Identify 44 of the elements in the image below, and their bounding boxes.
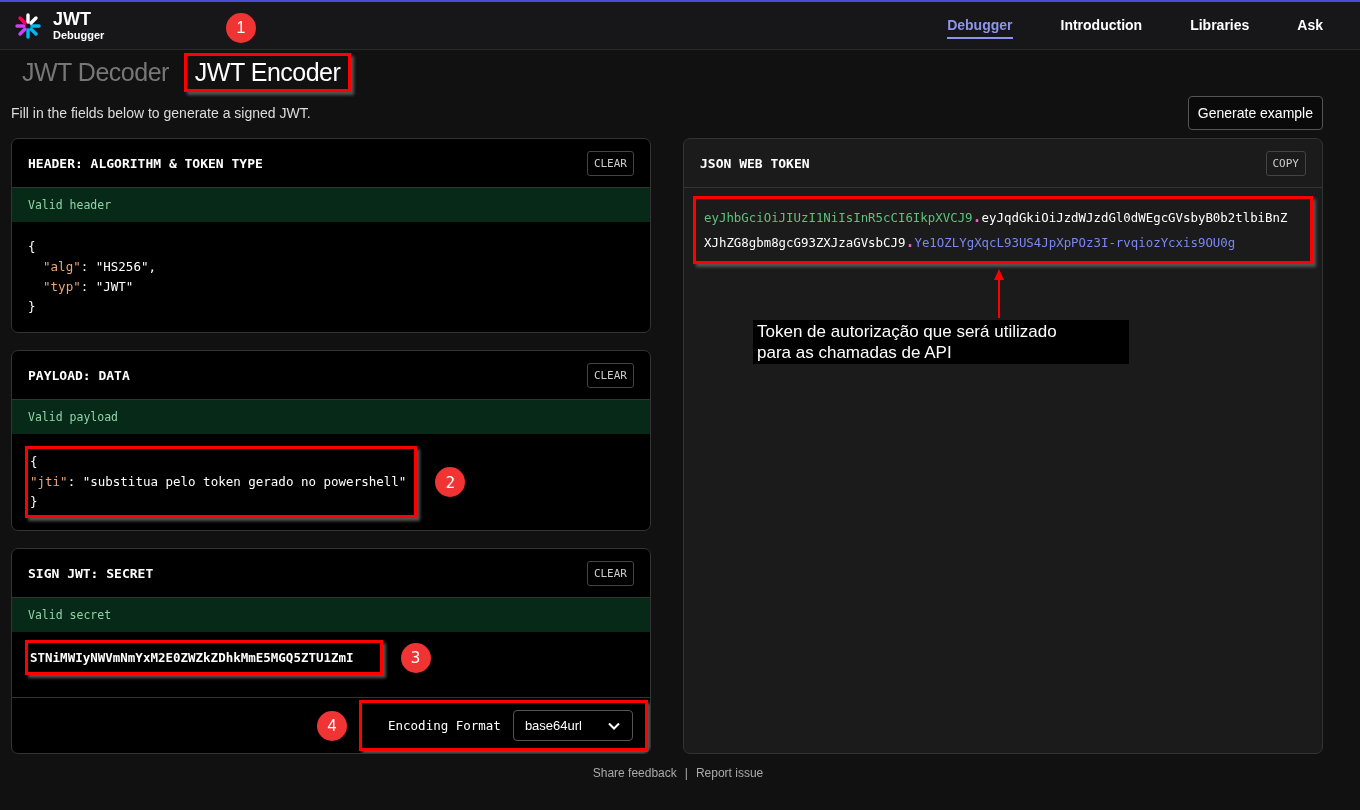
up-arrow-icon <box>993 268 1005 320</box>
nav-link[interactable]: Debugger <box>947 12 1013 39</box>
clear-button[interactable]: CLEAR <box>586 362 634 388</box>
brand-subtitle: Debugger <box>53 30 105 41</box>
code-line: "typ": "JWT" <box>42 278 135 296</box>
tab[interactable]: JWT Decoder <box>22 57 169 87</box>
panel-title: PAYLOAD: DATA <box>28 367 130 383</box>
panel-title: SIGN JWT: SECRET <box>28 565 154 581</box>
logo-icon <box>15 12 41 39</box>
code-editor[interactable]: { "alg": "HS256", "typ": "JWT" } <box>25 234 159 320</box>
chevron-down-icon <box>608 721 620 730</box>
status-text: Valid payload <box>28 410 118 424</box>
annotation-note: Token de autorização que será utilizado para as chamadas de API <box>753 320 1129 364</box>
share-feedback-link[interactable]: Share feedback <box>592 766 677 780</box>
step-marker: 2 <box>435 467 466 497</box>
code-line: { <box>30 453 39 471</box>
nav-link[interactable]: Introduction <box>1060 12 1143 39</box>
panel-title: JSON WEB TOKEN <box>700 155 810 171</box>
encoding-format-select[interactable]: base64url <box>512 710 633 741</box>
code-line: { <box>28 238 37 256</box>
code-line: } <box>28 298 37 316</box>
code-line: "jti": "substitua pelo token gerado no powershell" <box>30 473 407 491</box>
brand-title: JWT <box>53 10 92 28</box>
clear-button[interactable]: CLEAR <box>586 150 634 176</box>
nav-link[interactable]: Libraries <box>1190 12 1250 39</box>
json-web-token: eyJhbGciOiJIUzI1NiIsInR5cCI6IkpXVCJ9.eyJqdGkiOiJzdWJzdGl0dWEgcGVsbyB0b2tlbiBnZXJhZG8gbm8gcG93ZXJzaGVsbCJ9.Ye1OZLYgXqcL93US4JpXpPOz3I-rvqiozYcxis9OU0g <box>693 196 1313 264</box>
tab[interactable]: JWT Encoder <box>194 57 341 87</box>
code-editor[interactable]: { "jti": "substitua pelo token gerado no powershell" } <box>25 446 418 518</box>
generate-example-button[interactable]: Generate example <box>1187 96 1323 130</box>
panel-title: HEADER: ALGORITHM & TOKEN TYPE <box>28 155 263 171</box>
separator: | <box>684 766 688 780</box>
code-line: } <box>30 493 39 511</box>
secret-field[interactable]: STNiMWIyNWVmNmYxM2E0ZWZkZDhkMmE5MGQ5ZTU1ZmI <box>25 640 383 675</box>
status-text: Valid header <box>28 198 112 212</box>
status-text: Valid secret <box>28 608 112 622</box>
nav-link[interactable]: Ask <box>1297 12 1323 39</box>
code-line: "alg": "HS256", <box>42 258 156 276</box>
report-issue-link[interactable]: Report issue <box>695 766 764 780</box>
step-marker: 3 <box>400 642 431 673</box>
encoding-format-label: Encoding Format <box>388 718 501 733</box>
step-marker: 4 <box>317 710 347 741</box>
copy-button[interactable]: COPY <box>1265 150 1306 176</box>
clear-button[interactable]: CLEAR <box>586 560 634 586</box>
intro-text: Fill in the fields below to generate a signed JWT. <box>11 105 311 121</box>
